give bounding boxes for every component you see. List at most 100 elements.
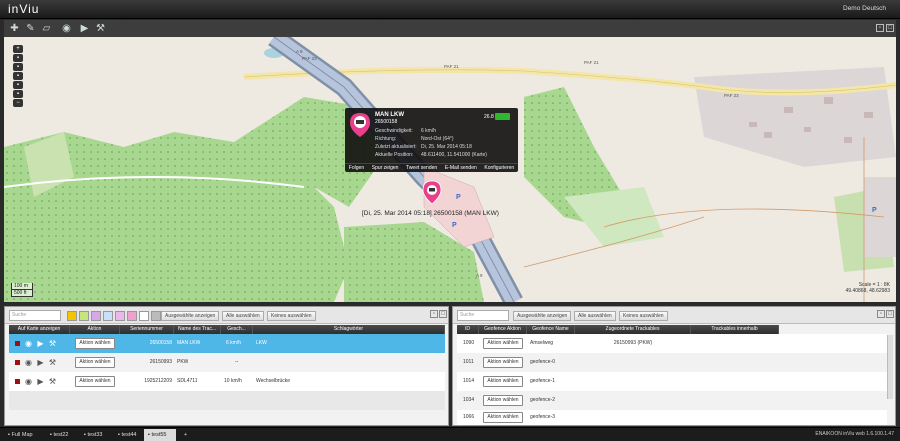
road-label: PAF 23 — [302, 56, 317, 61]
road-label: PAF 21 — [444, 64, 459, 69]
table-row[interactable]: 1090 Aktion wählen Amselweg 26150993 (PK… — [457, 334, 887, 353]
tab-full-map[interactable]: ▪ Full Map — [4, 429, 42, 441]
maximize-icon[interactable]: □ — [439, 310, 447, 318]
wrench-icon[interactable]: ⚒ — [48, 358, 57, 367]
color-filter-swatch[interactable] — [103, 311, 113, 321]
row-action-button[interactable]: Aktion wählen — [483, 395, 523, 406]
color-marker — [15, 379, 20, 384]
play-icon[interactable]: ▶ — [78, 22, 91, 35]
color-filter-swatch[interactable] — [115, 311, 125, 321]
wrench-icon[interactable]: ⚒ — [48, 377, 57, 386]
trackables-search-input[interactable]: Suche — [9, 310, 61, 321]
village-area — [864, 177, 896, 257]
color-filter-swatch[interactable] — [151, 311, 161, 321]
add-tab-button[interactable]: + — [180, 429, 194, 441]
tab-test55[interactable]: ▪ test55 — [144, 429, 176, 441]
row-action-button[interactable]: Aktion wählen — [483, 376, 523, 387]
eye-icon[interactable]: ◉ — [24, 339, 33, 348]
color-filter-swatch[interactable] — [67, 311, 77, 321]
color-marker — [15, 360, 20, 365]
row-action-button[interactable]: Aktion wählen — [75, 357, 115, 368]
eye-icon[interactable]: ◉ — [24, 377, 33, 386]
user-menu[interactable]: Demo Deutsch — [843, 5, 886, 12]
parking-icon: P — [872, 207, 877, 214]
pencil-icon[interactable]: ✎ — [24, 22, 37, 35]
bottom-tab-bar: ▪ Full Map ▪ test22 ▪ test33 ▪ test44 ▪ … — [0, 427, 900, 441]
send-tweet-action[interactable]: Tweet senden — [406, 165, 437, 171]
add-icon[interactable]: ✚ — [8, 22, 21, 35]
zoom-control: + ▪ ▪ ▪ ▪ ▪ − — [8, 44, 28, 108]
zoom-level[interactable]: ▪ — [13, 63, 23, 71]
table-row[interactable]: 1066 Aktion wählen geofence-3 — [457, 410, 887, 425]
tab-test33[interactable]: ▪ test33 — [80, 429, 110, 441]
zoom-in-button[interactable]: + — [13, 45, 23, 53]
play-icon[interactable]: ▶ — [36, 358, 45, 367]
popup-actions: Folgen Spur zeigen Tweet senden E-Mail s… — [345, 163, 518, 172]
restore-icon[interactable]: ▫ — [430, 310, 438, 318]
restore-icon[interactable]: ▫ — [877, 310, 885, 318]
eye-icon[interactable]: ◉ — [24, 358, 33, 367]
follow-action[interactable]: Folgen — [349, 165, 364, 171]
position-row: Aktuelle Position: 48.611400, 11.541000 (… — [375, 152, 487, 158]
table-row[interactable]: 1034 Aktion wählen geofence-2 — [457, 391, 887, 410]
zoom-level[interactable]: ▪ — [13, 90, 23, 98]
road-label: A 9 — [296, 49, 303, 54]
table-empty-row — [9, 391, 445, 410]
send-email-action[interactable]: E-Mail senden — [445, 165, 477, 171]
table-row[interactable]: 1011 Aktion wählen geofence-0 — [457, 353, 887, 372]
vehicle-info-popup: MAN LKW 26500158 26.8 Geschwindigkeit: 6 … — [345, 108, 518, 172]
row-action-button[interactable]: Aktion wählen — [483, 412, 523, 423]
eye-icon[interactable]: ◉ — [60, 22, 73, 35]
color-filter-swatch[interactable] — [127, 311, 137, 321]
wrench-icon[interactable]: ⚒ — [48, 339, 57, 348]
geofences-panel: Suche Ausgewählte anzeigen Alle auswähle… — [452, 306, 896, 426]
version-text: ENAIKOON inViu web 1.6.100.1.47 — [815, 431, 894, 437]
geofences-toolbar: Suche Ausgewählte anzeigen Alle auswähle… — [453, 307, 895, 324]
geofences-search-input[interactable]: Suche — [457, 310, 509, 321]
parking-icon: P — [456, 194, 461, 201]
play-icon[interactable]: ▶ — [36, 377, 45, 386]
vehicle-map-label: [Di, 25. Mar 2014 05:18] 26500158 (MAN L… — [362, 210, 499, 217]
tab-test22[interactable]: ▪ test22 — [46, 429, 76, 441]
row-action-button[interactable]: Aktion wählen — [75, 376, 115, 387]
row-action-button[interactable]: Aktion wählen — [75, 338, 115, 349]
map-attribution: Scale = 1 : 8K 49.40868, 48.62983 — [845, 282, 891, 294]
zoom-level[interactable]: ▪ — [13, 81, 23, 89]
speed-row: Geschwindigkeit: 6 km/h — [375, 128, 437, 134]
map-layer-icon[interactable]: ▱ — [40, 22, 53, 35]
table-row[interactable]: 1014 Aktion wählen geofence-1 — [457, 372, 887, 391]
table-scrollbar[interactable] — [887, 335, 893, 399]
zoom-out-button[interactable]: − — [13, 99, 23, 107]
map-toolbar: ✚ ✎ ▱ ◉ ▶ ⚒ ▫ □ — [4, 20, 896, 37]
color-filter-swatch[interactable] — [91, 311, 101, 321]
row-action-button[interactable]: Aktion wählen — [483, 357, 523, 368]
row-action-button[interactable]: Aktion wählen — [483, 338, 523, 349]
color-filter-swatch[interactable] — [79, 311, 89, 321]
show-track-action[interactable]: Spur zeigen — [372, 165, 399, 171]
play-icon[interactable]: ▶ — [36, 339, 45, 348]
trackables-toolbar: Suche Ausgewählte anzeigen Alle auswähle… — [5, 307, 448, 324]
table-row[interactable]: ◉ ▶ ⚒ Aktion wählen 26500158 MAN LKW 6 k… — [9, 334, 445, 353]
table-row[interactable]: ◉ ▶ ⚒ Aktion wählen 26150993 PKW -- — [9, 353, 445, 372]
color-marker — [15, 341, 20, 346]
show-selected-button[interactable]: Ausgewählte anzeigen — [513, 311, 572, 321]
show-selected-button[interactable]: Ausgewählte anzeigen — [161, 311, 220, 321]
updated-row: Zuletzt aktualisiert: Di, 25. Mar 2014 05… — [375, 144, 472, 150]
color-filter-swatch[interactable] — [139, 311, 149, 321]
configure-action[interactable]: Konfigurieren — [484, 165, 514, 171]
app-logo: inViu — [8, 2, 40, 16]
maximize-icon[interactable]: □ — [886, 310, 894, 318]
zoom-level[interactable]: ▪ — [13, 72, 23, 80]
zoom-level[interactable]: ▪ — [13, 54, 23, 62]
parking-icon: P — [452, 222, 457, 229]
tab-test44[interactable]: ▪ test44 — [114, 429, 144, 441]
wrench-icon[interactable]: ⚒ — [94, 22, 107, 35]
battery-value: 26.8 — [484, 114, 494, 120]
maximize-icon[interactable]: □ — [886, 24, 894, 32]
select-all-button[interactable]: Alle auswählen — [574, 311, 616, 321]
select-all-button[interactable]: Alle auswählen — [222, 311, 264, 321]
select-none-button[interactable]: Keines auswählen — [619, 311, 668, 321]
restore-icon[interactable]: ▫ — [876, 24, 884, 32]
select-none-button[interactable]: Keines auswählen — [267, 311, 316, 321]
table-row[interactable]: ◉ ▶ ⚒ Aktion wählen 1925212209 SDL4711 1… — [9, 372, 445, 391]
